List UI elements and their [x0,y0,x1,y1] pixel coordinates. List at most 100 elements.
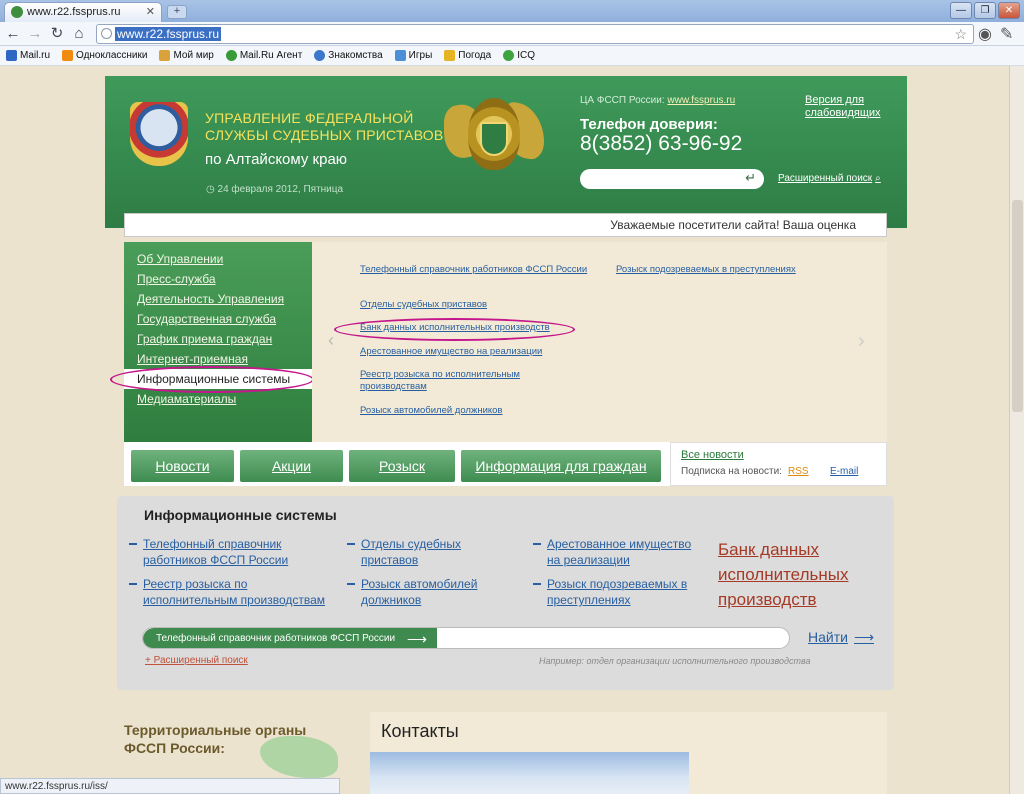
bookmark-item[interactable]: Одноклассники [62,50,147,61]
minimize-button[interactable]: — [950,2,972,19]
menu-item-media[interactable]: Медиаматериалы [137,392,236,406]
search-category-selector[interactable]: Телефонный справочник работников ФССП Ро… [143,628,437,648]
wrench-icon[interactable]: ✎ [1000,24,1013,44]
subscribe-label: Подписка на новости: [681,466,782,477]
menu-item-activity[interactable]: Деятельность Управления [137,292,284,306]
submenu-link[interactable]: Реестр розыска по исполнительным произво… [360,369,560,393]
extension-icon[interactable]: ◉ [978,24,992,44]
list-dash [129,583,137,585]
highlight-ring [334,318,575,341]
org-subtitle: по Алтайскому краю [205,151,348,168]
central-office-link[interactable]: www.fssprus.ru [667,95,735,106]
section-tabs: Новости Акции Розыск Информация для граж… [124,442,670,486]
restore-button[interactable]: ❐ [974,2,996,19]
enter-icon[interactable]: ↵ [745,170,756,186]
contacts-block: Контакты [370,712,887,794]
menu-item-schedule[interactable]: График приема граждан [137,332,272,346]
submenu-link[interactable]: Розыск автомобилей должников [360,405,502,417]
bookmark-item[interactable]: Mail.ru [6,50,50,61]
forward-arrow-icon[interactable]: → [26,25,44,43]
email-link[interactable]: E-mail [830,466,858,477]
all-news-link[interactable]: Все новости [681,449,744,461]
russia-map-image[interactable] [260,736,338,778]
altai-coat-of-arms-icon [130,102,188,166]
menu-item-about[interactable]: Об Управлении [137,252,223,266]
close-window-button[interactable]: ✕ [998,2,1020,19]
back-arrow-icon[interactable]: ← [4,25,22,43]
chevron-right-icon[interactable]: › [858,330,865,353]
info-search-input[interactable]: Телефонный справочник работников ФССП Ро… [142,627,790,649]
home-icon[interactable]: ⌂ [70,25,88,43]
list-dash [347,543,355,545]
info-systems-block: Информационные системы Телефонный справо… [117,496,894,690]
submenu-panel: Телефонный справочник работников ФССП Ро… [312,242,887,442]
status-bar: www.r22.fssprus.ru/iss/ [0,778,340,794]
tab-title: www.r22.fssprus.ru [27,6,121,18]
accessibility-version-link[interactable]: Версия для слабовидящих [805,94,895,120]
news-box: Все новости Подписка на новости: RSS E-m… [670,442,887,486]
list-dash [129,543,137,545]
magnifier-icon: ⌕ [875,173,881,184]
site-favicon-icon [11,6,23,18]
contacts-title: Контакты [381,721,459,741]
info-link[interactable]: Реестр розыска по исполнительным произво… [143,576,333,608]
bookmark-star-icon[interactable]: ☆ [954,26,967,43]
new-tab-button[interactable]: + [167,5,187,19]
vertical-scrollbar[interactable] [1009,66,1024,794]
current-date: ◷ 24 февраля 2012, Пятница [206,184,344,195]
bookmark-item[interactable]: ICQ [503,50,535,61]
info-systems-title: Информационные системы [144,507,337,523]
search-example: Например: отдел организации исполнительн… [539,656,811,666]
tab-news[interactable]: Новости [131,450,234,482]
advanced-search-link[interactable]: + Расширенный поиск [145,655,248,666]
address-bar[interactable]: www.r22.fssprus.ru ☆ [96,24,974,44]
rss-link[interactable]: RSS [788,466,809,477]
submenu-link[interactable]: Розыск подозреваемых в преступлениях [616,264,796,276]
info-link[interactable]: Розыск подозреваемых в преступлениях [547,576,707,608]
org-title[interactable]: УПРАВЛЕНИЕ ФЕДЕРАЛЬНОЙ СЛУЖБЫ СУДЕБНЫХ П… [205,110,445,144]
info-link[interactable]: Розыск автомобилей должников [361,576,491,608]
tab-close-icon[interactable]: ✕ [146,5,155,18]
chevron-left-icon[interactable]: ‹ [328,330,334,351]
main-menu: Об Управлении Пресс-служба Деятельность … [124,242,312,442]
bookmark-item[interactable]: Игры [394,50,432,61]
bookmark-item[interactable]: Знакомства [314,50,383,61]
bookmark-item[interactable]: Mail.Ru Агент [225,50,302,61]
news-ticker: Уважаемые посетители сайта! Ваша оценка [124,213,887,237]
menu-item-civil-service[interactable]: Государственная служба [137,312,276,326]
menu-item-press[interactable]: Пресс-служба [137,272,216,286]
browser-toolbar: ← → ↻ ⌂ www.r22.fssprus.ru ☆ ◉ ✎ [0,22,1024,46]
info-link[interactable]: Отделы судебных приставов [361,536,491,568]
list-dash [533,543,541,545]
submenu-link[interactable]: Отделы судебных приставов [360,299,487,311]
submenu-link[interactable]: Арестованное имущество на реализации [360,346,542,358]
page-info-icon[interactable] [101,28,112,39]
address-url[interactable]: www.r22.fssprus.ru [115,27,222,41]
tab-promotions[interactable]: Акции [240,450,343,482]
tab-search-wanted[interactable]: Розыск [349,450,455,482]
info-link[interactable]: Арестованное имущество на реализации [547,536,707,568]
scrollbar-thumb[interactable] [1012,200,1023,412]
building-photo [370,752,689,794]
fssp-emblem-icon [442,84,546,188]
window-controls: — ❐ ✕ [950,2,1020,19]
central-office-label: ЦА ФССП России: www.fssprus.ru [580,95,736,106]
hotline-label: Телефон доверия: [580,116,718,133]
submenu-link[interactable]: Телефонный справочник работников ФССП Ро… [360,264,600,276]
arrow-right-icon: ⟶ [853,629,875,645]
find-button[interactable]: Найти ⟶ [802,629,874,646]
highlight-ring [110,366,314,393]
list-dash [347,583,355,585]
menu-item-internet-reception[interactable]: Интернет-приемная [137,352,248,366]
info-link[interactable]: Телефонный справочник работников ФССП Ро… [143,536,323,568]
reload-icon[interactable]: ↻ [48,25,66,43]
site-search-input[interactable]: ↵ [580,169,764,189]
arrow-right-icon: ⟶ [406,631,427,647]
bookmark-item[interactable]: Погода [444,50,491,61]
tab-citizens-info[interactable]: Информация для граждан [461,450,661,482]
bank-data-link[interactable]: Банк данных исполнительных производств [718,537,868,612]
browser-tab[interactable]: www.r22.fssprus.ru ✕ [4,2,162,22]
bookmark-item[interactable]: Мой мир [159,50,214,61]
hotline-phone: 8(3852) 63-96-92 [580,132,743,155]
advanced-search-link[interactable]: Расширенный поиск ⌕ [775,173,881,184]
